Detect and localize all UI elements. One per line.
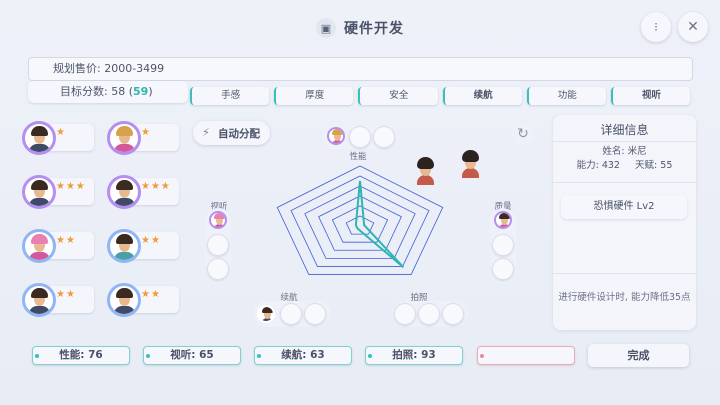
- tab-safety[interactable]: 安全: [358, 87, 438, 105]
- trait-description: 进行硬件设计时, 能力降低35点: [558, 292, 691, 303]
- avatar: [22, 121, 56, 155]
- finish-button[interactable]: 完成: [588, 344, 689, 367]
- assigned-staff-avatar[interactable]: [494, 211, 512, 229]
- refresh-button[interactable]: ↻: [512, 123, 534, 145]
- info-button[interactable]: ⁝: [641, 12, 671, 42]
- star-rating: ★★: [141, 289, 161, 300]
- detail-panel: 详细信息 姓名: 米尼 能力: 432 天赋: 55 恐惧硬件 Lv2 进行硬件…: [553, 115, 696, 330]
- tab-battery[interactable]: 续航: [442, 87, 522, 105]
- stat-empty: [477, 346, 575, 365]
- divider: [553, 182, 696, 183]
- empty-slot[interactable]: [492, 258, 514, 280]
- avatar: [107, 229, 141, 263]
- radar-ring: [331, 205, 389, 243]
- price-range: 规划售价: 2000-3499: [28, 57, 693, 81]
- tab-function[interactable]: 功能: [526, 87, 606, 105]
- score-current: 59: [133, 85, 149, 98]
- empty-slot[interactable]: [349, 126, 371, 148]
- score-suffix: ): [148, 85, 153, 98]
- stat-camera: 拍照: 93: [365, 346, 463, 365]
- floating-staff-avatar: [414, 157, 436, 185]
- staff-card[interactable]: ★★: [22, 229, 94, 263]
- staff-card[interactable]: ★★: [107, 283, 179, 317]
- avatar: [22, 283, 56, 317]
- star-rating: ★★: [141, 235, 161, 246]
- assigned-staff-avatar[interactable]: [209, 211, 227, 229]
- avatar: [22, 229, 56, 263]
- empty-slot[interactable]: [492, 234, 514, 256]
- trait-badge[interactable]: 恐惧硬件 Lv2: [561, 195, 687, 219]
- target-score: 目标分数: 58 (59): [28, 81, 188, 103]
- stat-battery: 续航: 63: [254, 346, 352, 365]
- tab-feel[interactable]: 手感: [190, 87, 270, 105]
- refresh-icon: ↻: [517, 126, 529, 142]
- attribute-tabs: 手感 厚度 安全 续航 功能 视听: [190, 87, 691, 105]
- avatar: [107, 283, 141, 317]
- empty-slot[interactable]: [280, 303, 302, 325]
- title-bar: ▣ 硬件开发: [0, 18, 720, 38]
- staff-card[interactable]: ★★: [107, 229, 179, 263]
- staff-card[interactable]: ★: [22, 121, 94, 155]
- avatar: [107, 175, 141, 209]
- divider: [553, 273, 696, 274]
- detail-stats: 能力: 432 天赋: 55: [576, 160, 673, 171]
- star-rating: ★: [141, 127, 151, 138]
- tab-thickness[interactable]: 厚度: [274, 87, 354, 105]
- star-rating: ★★: [56, 235, 76, 246]
- empty-slot[interactable]: [418, 303, 440, 325]
- stat-audiovisual: 视听: 65: [143, 346, 241, 365]
- info-icon: ⁝: [654, 20, 658, 34]
- slot-label-performance: 性能: [349, 152, 367, 162]
- score-prefix: 目标分数: 58 (: [60, 85, 133, 98]
- magic-wand-icon: ⚡: [202, 126, 210, 139]
- avatar: [22, 175, 56, 209]
- staff-card[interactable]: ★: [107, 121, 179, 155]
- assigned-staff-avatar[interactable]: [257, 305, 275, 323]
- close-icon: ✕: [687, 19, 699, 35]
- close-button[interactable]: ✕: [678, 12, 708, 42]
- staff-card[interactable]: ★★★: [22, 175, 94, 209]
- star-rating: ★★★: [56, 181, 86, 192]
- staff-card[interactable]: ★★: [22, 283, 94, 317]
- star-rating: ★★★: [141, 181, 171, 192]
- tab-audiovisual[interactable]: 视听: [610, 87, 691, 105]
- empty-slot[interactable]: [207, 234, 229, 256]
- auto-assign-button[interactable]: ⚡ 自动分配: [193, 121, 270, 145]
- empty-slot[interactable]: [442, 303, 464, 325]
- detail-name: 姓名: 米尼: [602, 146, 647, 157]
- empty-slot[interactable]: [207, 258, 229, 280]
- assigned-staff-avatar[interactable]: [327, 127, 345, 145]
- page-title: 硬件开发: [344, 21, 404, 37]
- floating-staff-avatar: [459, 150, 481, 178]
- detail-title: 详细信息: [600, 123, 649, 137]
- box-icon: ▣: [316, 18, 336, 38]
- staff-card[interactable]: ★★★: [107, 175, 179, 209]
- empty-slot[interactable]: [394, 303, 416, 325]
- star-rating: ★★: [56, 289, 76, 300]
- empty-slot[interactable]: [304, 303, 326, 325]
- empty-slot[interactable]: [373, 126, 395, 148]
- auto-assign-label: 自动分配: [218, 127, 260, 140]
- star-rating: ★: [56, 127, 66, 138]
- avatar: [107, 121, 141, 155]
- stat-performance: 性能: 76: [32, 346, 130, 365]
